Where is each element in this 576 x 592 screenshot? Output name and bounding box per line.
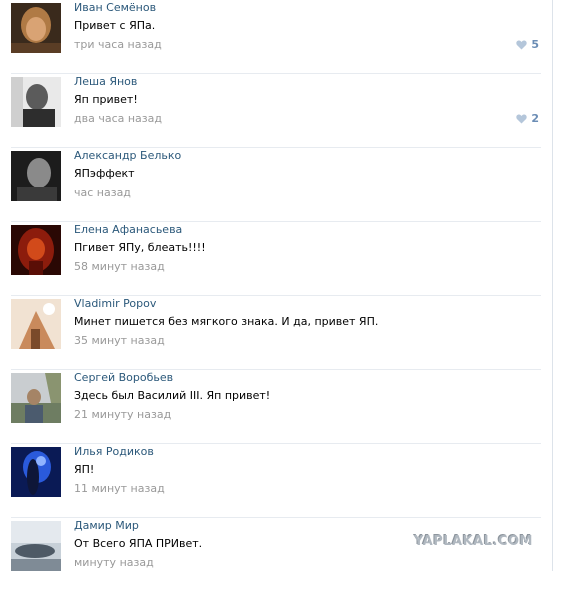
author-name[interactable]: Илья Родиков	[74, 445, 154, 458]
comment-text: Привет с ЯПа.	[74, 19, 156, 32]
comment-text: Здесь был Василий III. Яп привет!	[74, 389, 271, 402]
like-count: 5	[531, 38, 539, 51]
comment-text: От Всего ЯПА ПРИвет.	[74, 537, 203, 550]
like-count: 2	[531, 112, 539, 125]
comment-time[interactable]: три часа назад	[74, 38, 162, 51]
comment-text: Пгивет ЯПу, блеать!!!!	[74, 241, 206, 254]
comment-item: Дамир Мир От Всего ЯПА ПРИвет. минуту на…	[0, 518, 552, 592]
comment-item: Сергей Воробьев Здесь был Василий III. Я…	[0, 370, 552, 444]
avatar[interactable]	[11, 225, 61, 275]
comment-time[interactable]: 21 минуту назад	[74, 408, 171, 421]
heart-icon	[516, 113, 528, 124]
right-border	[552, 0, 553, 571]
avatar[interactable]	[11, 77, 61, 127]
author-name[interactable]: Иван Семёнов	[74, 1, 156, 14]
avatar[interactable]	[11, 521, 61, 571]
watermark: YAPLAKAL.COM	[414, 534, 533, 549]
comment-time[interactable]: 11 минут назад	[74, 482, 165, 495]
comment-time[interactable]: два часа назад	[74, 112, 162, 125]
comment-text: ЯПэффект	[74, 167, 135, 180]
author-name[interactable]: Vladimir Popov	[74, 297, 156, 310]
like-button[interactable]: 5	[516, 38, 539, 51]
comment-text: Минет пишется без мягкого знака. И да, п…	[74, 315, 379, 328]
author-name[interactable]: Дамир Мир	[74, 519, 139, 532]
avatar[interactable]	[11, 447, 61, 497]
avatar[interactable]	[11, 151, 61, 201]
comment-item: Илья Родиков ЯП! 11 минут назад	[0, 444, 552, 518]
author-name[interactable]: Елена Афанасьева	[74, 223, 182, 236]
comment-time[interactable]: час назад	[74, 186, 131, 199]
avatar[interactable]	[11, 299, 61, 349]
comment-item: Vladimir Popov Минет пишется без мягкого…	[0, 296, 552, 370]
heart-icon	[516, 39, 528, 50]
avatar[interactable]	[11, 373, 61, 423]
comment-item: Александр Белько ЯПэффект час назад	[0, 148, 552, 222]
author-name[interactable]: Александр Белько	[74, 149, 181, 162]
comment-text: ЯП!	[74, 463, 95, 476]
author-name[interactable]: Леша Янов	[74, 75, 137, 88]
comment-time[interactable]: 58 минут назад	[74, 260, 165, 273]
comment-time[interactable]: минуту назад	[74, 556, 154, 569]
comment-item: Елена Афанасьева Пгивет ЯПу, блеать!!!! …	[0, 222, 552, 296]
avatar[interactable]	[11, 3, 61, 53]
comment-text: Яп привет!	[74, 93, 138, 106]
comment-time[interactable]: 35 минут назад	[74, 334, 165, 347]
like-button[interactable]: 2	[516, 112, 539, 125]
comment-item: Иван Семёнов Привет с ЯПа. три часа наза…	[0, 0, 552, 74]
comment-item: Леша Янов Яп привет! два часа назад 2	[0, 74, 552, 148]
author-name[interactable]: Сергей Воробьев	[74, 371, 173, 384]
